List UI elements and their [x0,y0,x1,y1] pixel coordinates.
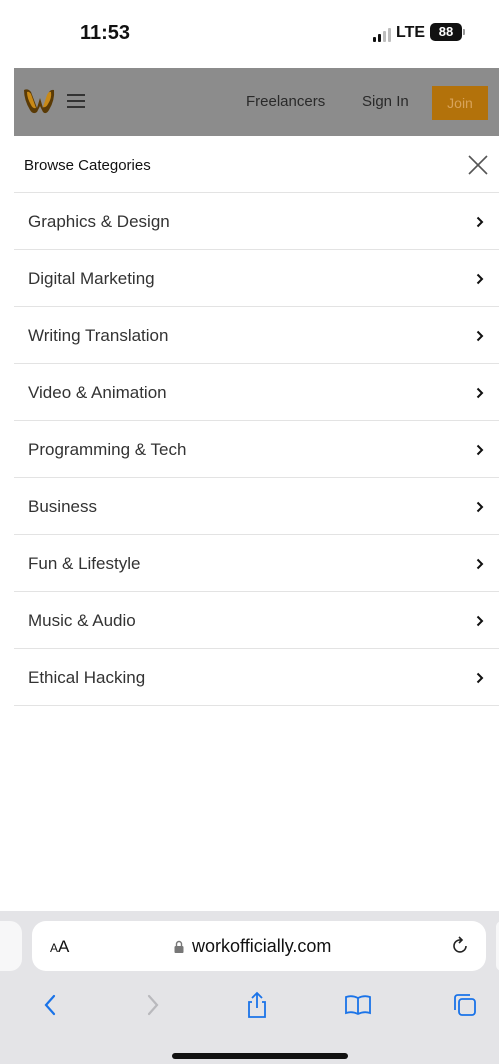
category-item[interactable]: Video & Animation [14,364,499,421]
tabs-icon[interactable] [451,991,479,1019]
category-item[interactable]: Fun & Lifestyle [14,535,499,592]
share-icon[interactable] [243,991,271,1019]
battery-icon: 88 [430,23,462,41]
network-label: LTE [396,24,426,41]
category-item[interactable]: Digital Marketing [14,250,499,307]
close-icon[interactable] [467,154,489,176]
panel-title: Browse Categories [24,157,151,174]
category-label: Fun & Lifestyle [28,554,141,573]
browse-categories-panel: Browse Categories Graphics & Design Digit… [14,136,499,911]
screen: 11:53 LTE 88 Freelancers Sign In Join Br… [0,0,499,1064]
reader-settings-button[interactable]: AA [50,937,69,957]
category-label: Graphics & Design [28,212,170,231]
chevron-right-icon [476,387,484,399]
chevron-right-icon [476,216,484,228]
bookmarks-icon[interactable] [344,991,372,1019]
freelancers-link[interactable]: Freelancers [246,93,325,110]
home-indicator [172,1053,348,1059]
safari-toolbar: AA workofficially.com [0,911,499,1064]
battery-tip [463,29,465,35]
chevron-right-icon [476,558,484,570]
category-list: Graphics & Design Digital Marketing Writin… [14,193,499,706]
lock-icon [174,940,184,953]
category-item[interactable]: Graphics & Design [14,193,499,250]
category-item[interactable]: Ethical Hacking [14,649,499,706]
category-label: Digital Marketing [28,269,155,288]
category-item[interactable]: Programming & Tech [14,421,499,478]
hamburger-icon[interactable] [67,94,85,108]
url-text: workofficially.com [192,936,332,956]
status-time: 11:53 [80,22,131,44]
category-label: Programming & Tech [28,440,187,459]
chevron-right-icon [476,672,484,684]
category-label: Ethical Hacking [28,668,146,687]
chevron-right-icon [476,330,484,342]
signal-strength-icon [373,28,393,42]
reload-icon[interactable] [449,935,471,957]
sign-in-link[interactable]: Sign In [362,93,409,110]
category-label: Writing Translation [28,326,169,345]
chevron-right-icon [476,615,484,627]
chevron-right-icon [476,444,484,456]
category-item[interactable]: Music & Audio [14,592,499,649]
category-label: Music & Audio [28,611,136,630]
workofficially-logo-icon[interactable] [22,86,56,116]
category-item[interactable]: Writing Translation [14,307,499,364]
category-label: Business [28,497,97,516]
back-icon[interactable] [37,991,65,1019]
join-button[interactable]: Join [432,86,488,120]
previous-tab-peek[interactable] [0,921,22,971]
address-bar[interactable]: AA workofficially.com [32,921,486,971]
forward-icon[interactable] [138,991,166,1019]
category-item[interactable]: Business [14,478,499,535]
chevron-right-icon [476,273,484,285]
category-label: Video & Animation [28,383,167,402]
site-header: Freelancers Sign In Join [14,68,499,136]
status-bar: 11:53 LTE 88 [0,0,499,68]
chevron-right-icon [476,501,484,513]
panel-header: Browse Categories [14,136,499,193]
